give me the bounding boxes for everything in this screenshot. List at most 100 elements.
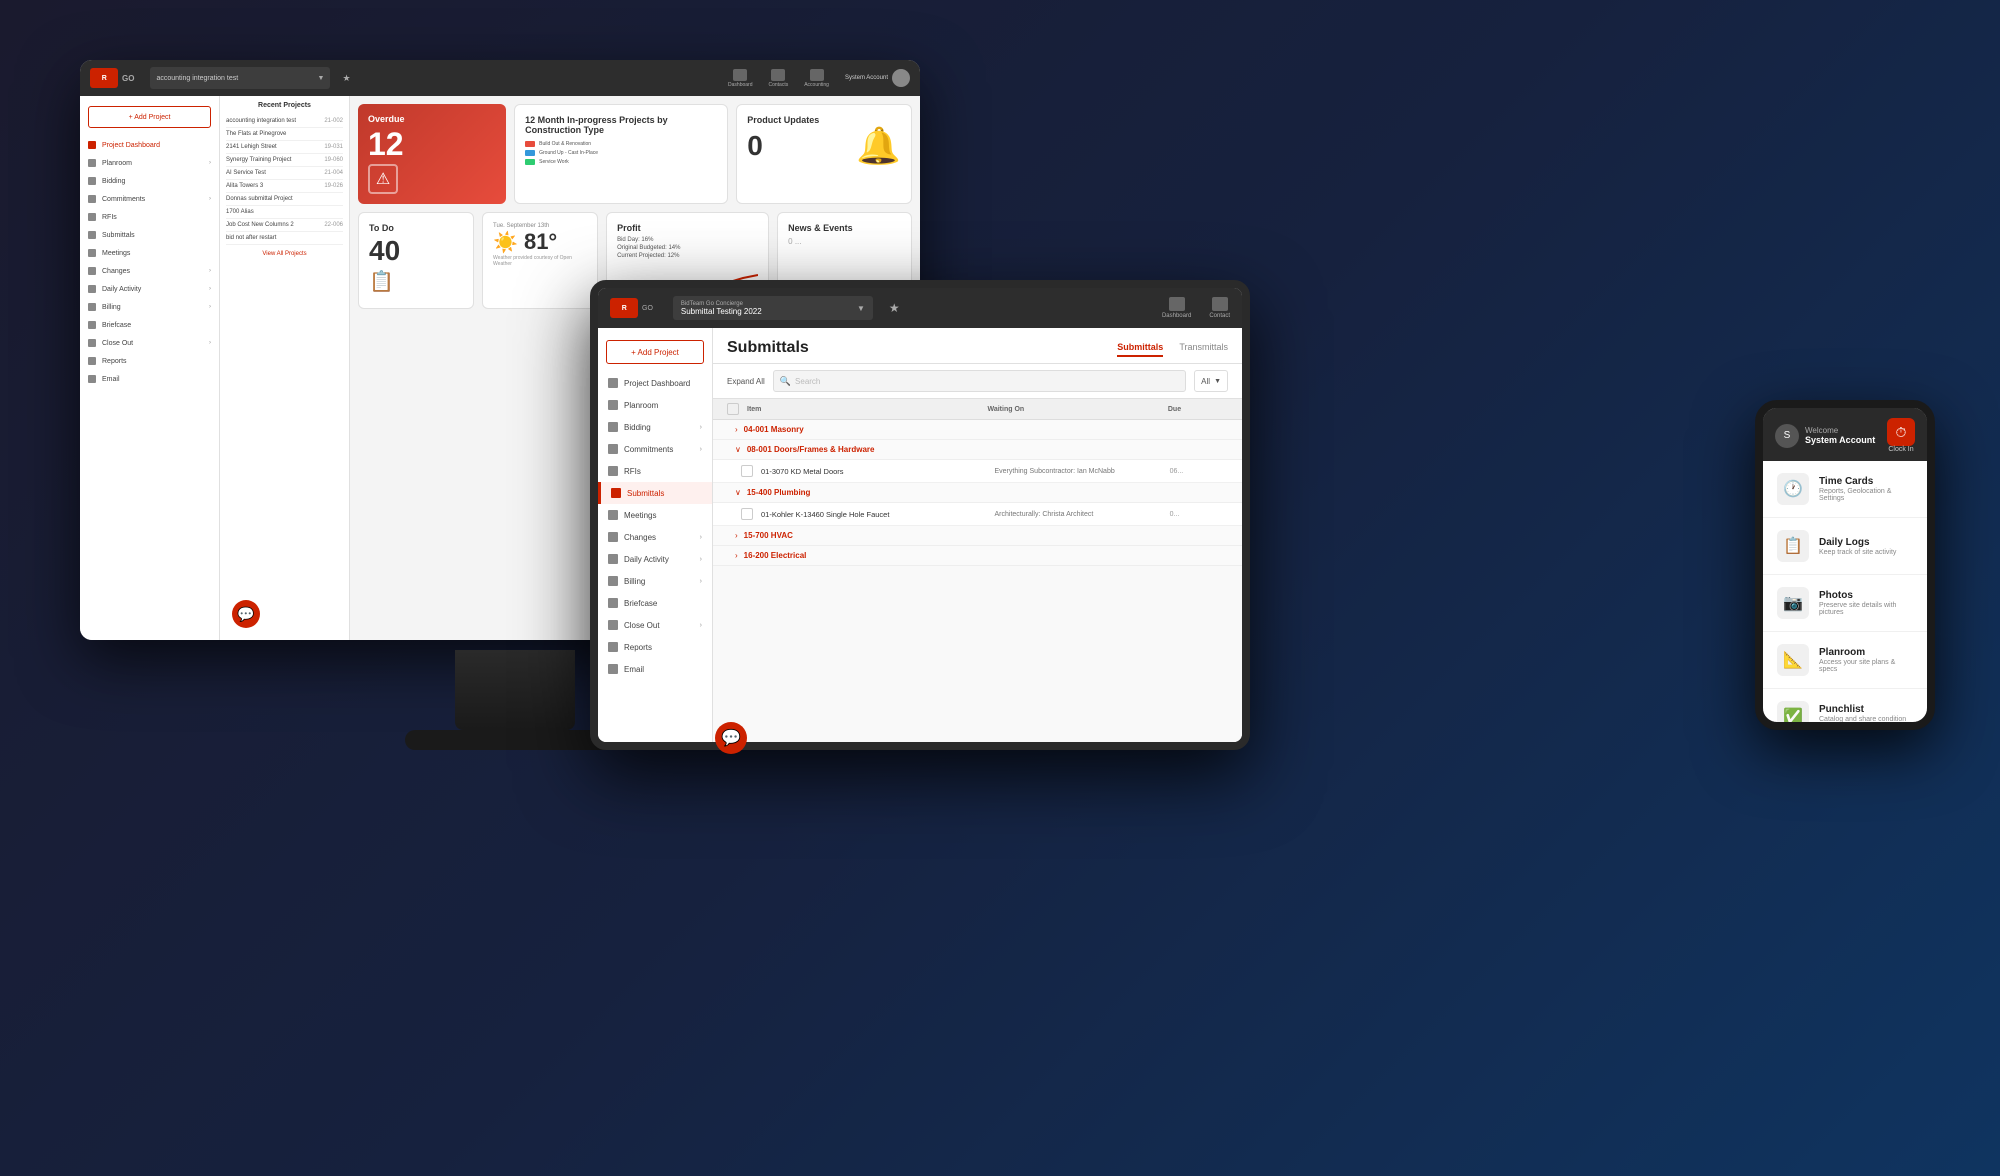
tablet-sidebar-bidding[interactable]: Bidding › [598,416,712,438]
account-avatar [892,69,910,87]
filter-dropdown[interactable]: All ▼ [1194,370,1228,392]
product-updates-content: 0 🔔 [747,125,901,167]
sidebar-item-briefcase[interactable]: Briefcase [80,316,219,334]
tablet-add-project-button[interactable]: + Add Project [606,340,704,364]
mobile-account-name: System Account [1805,435,1875,445]
group-masonry-label: 04-001 Masonry [744,425,804,434]
group-chevron-icon[interactable]: ∨ [735,488,741,497]
group-chevron-icon[interactable]: ∨ [735,445,741,454]
tablet-sidebar-briefcase[interactable]: Briefcase [598,592,712,614]
time-cards-desc: Reports, Geolocation & Settings [1819,488,1913,502]
tablet-sidebar-meetings[interactable]: Meetings [598,504,712,526]
group-chevron-icon[interactable]: › [735,425,738,434]
nav-contacts-label: Contacts [768,82,788,88]
recent-projects-title: Recent Projects [226,102,343,109]
tablet-sidebar-close-out[interactable]: Close Out › [598,614,712,636]
overdue-card: Overdue 12 ⚠ [358,104,506,204]
nav-accounting[interactable]: Accounting [804,69,829,88]
group-electrical: › 16-200 Electrical [713,546,1242,566]
sun-icon: ☀️ [493,230,518,255]
tablet-logo: R GO [610,298,653,318]
mobile-welcome-label: Welcome [1805,426,1875,435]
news-events-title: News & Events [788,223,901,233]
tablet-sidebar-submittals[interactable]: Submittals [598,482,712,504]
sidebar-item-planroom[interactable]: Planroom › [80,154,219,172]
mobile-screen: S Welcome System Account ⏱ Clock In 🕐 [1755,400,1935,730]
chevron-icon: › [700,424,702,431]
add-project-button[interactable]: + Add Project [88,106,211,128]
planroom-icon [608,400,618,410]
sidebar-item-close-out[interactable]: Close Out › [80,334,219,352]
tablet-nav: Dashboard Contact [1162,297,1230,319]
tablet-project-selector[interactable]: BidTeam Go Concierge Submittal Testing 2… [673,296,873,320]
sidebar-item-bidding[interactable]: Bidding [80,172,219,190]
bar-label-1: Build Out & Renovation [539,141,591,147]
submittals-page-title: Submittals [727,339,809,357]
chevron-icon: › [700,556,702,563]
sidebar-item-billing[interactable]: Billing › [80,298,219,316]
sidebar-item-meetings[interactable]: Meetings [80,244,219,262]
sidebar-item-submittals[interactable]: Submittals [80,226,219,244]
tablet-sidebar-reports[interactable]: Reports [598,636,712,658]
tablet-sidebar-changes[interactable]: Changes › [598,526,712,548]
chat-button[interactable]: 💬 [232,600,260,628]
group-chevron-icon[interactable]: › [735,551,738,560]
view-all-projects-link[interactable]: View All Projects [226,251,343,257]
tablet-sidebar-rfis[interactable]: RFIs [598,460,712,482]
sidebar-item-changes[interactable]: Changes › [80,262,219,280]
mobile-clock-in[interactable]: ⏱ Clock In [1887,418,1915,453]
submittals-table: Item Waiting On Due › 04-001 Masonry [713,399,1242,742]
sidebar-item-project-dashboard[interactable]: Project Dashboard [80,136,219,154]
chevron-icon: › [700,534,702,541]
daily-logs-icon: 📋 [1777,530,1809,562]
mobile-app: S Welcome System Account ⏱ Clock In 🕐 [1763,408,1927,722]
sidebar-item-daily-activity[interactable]: Daily Activity › [80,280,219,298]
sidebar-item-reports[interactable]: Reports [80,352,219,370]
nav-dashboard[interactable]: Dashboard [728,69,752,88]
inprogress-card: 12 Month In-progress Projects by Constru… [514,104,728,204]
desktop-project-selector[interactable]: accounting integration test ▼ [150,67,330,89]
nav-contacts[interactable]: Contacts [768,69,788,88]
tablet-project-info: BidTeam Go Concierge Submittal Testing 2… [681,301,762,316]
desktop-topbar: R GO accounting integration test ▼ ★ Das… [80,60,920,96]
contact-icon [1212,297,1228,311]
row-checkbox[interactable] [741,508,753,520]
profit-projected: Current Projected: 12% [617,253,758,259]
bar-label-3: Service Work [539,159,569,165]
tablet-nav-contact[interactable]: Contact [1209,297,1230,319]
sidebar-item-email[interactable]: Email [80,370,219,388]
mobile-menu-punchlist[interactable]: ✅ Punchlist Catalog and share condition … [1763,689,1927,730]
group-chevron-icon[interactable]: › [735,531,738,540]
tablet-sidebar-commitments[interactable]: Commitments › [598,438,712,460]
mobile-account-text: Welcome System Account [1805,426,1875,445]
nav-accounting-label: Accounting [804,82,829,88]
rfis-icon [608,466,618,476]
mobile-clock-label: Clock In [1888,446,1913,453]
mobile-menu-daily-logs[interactable]: 📋 Daily Logs Keep track of site activity [1763,518,1927,575]
tablet-nav-dashboard[interactable]: Dashboard [1162,297,1191,319]
desktop-account[interactable]: System Account [845,69,910,87]
tablet-sidebar-billing[interactable]: Billing › [598,570,712,592]
tablet-sidebar-project-dashboard[interactable]: Project Dashboard [598,372,712,394]
daily-activity-icon [608,554,618,564]
punchlist-text: Punchlist Catalog and share condition is… [1819,704,1913,730]
tab-submittals[interactable]: Submittals [1117,342,1163,357]
table-header: Item Waiting On Due [713,399,1242,420]
mobile-menu-photos[interactable]: 📷 Photos Preserve site details with pict… [1763,575,1927,632]
profit-bid-day: Bid Day: 16% [617,237,758,243]
group-hvac-label: 15-700 HVAC [744,531,793,540]
expand-all-button[interactable]: Expand All [727,377,765,386]
dashboard-icon [1169,297,1185,311]
header-checkbox[interactable] [727,403,739,415]
sidebar-item-rfis[interactable]: RFIs [80,208,219,226]
sidebar-item-commitments[interactable]: Commitments › [80,190,219,208]
tablet-sidebar-daily-activity[interactable]: Daily Activity › [598,548,712,570]
tablet-sidebar-email[interactable]: Email [598,658,712,680]
mobile-menu-time-cards[interactable]: 🕐 Time Cards Reports, Geolocation & Sett… [1763,461,1927,518]
mobile-menu-planroom[interactable]: 📐 Planroom Access your site plans & spec… [1763,632,1927,689]
search-bar[interactable]: 🔍 Search [773,370,1186,392]
tablet-sidebar-planroom[interactable]: Planroom [598,394,712,416]
tab-transmittals[interactable]: Transmittals [1179,342,1228,357]
planroom-icon [88,159,96,167]
row-checkbox[interactable] [741,465,753,477]
